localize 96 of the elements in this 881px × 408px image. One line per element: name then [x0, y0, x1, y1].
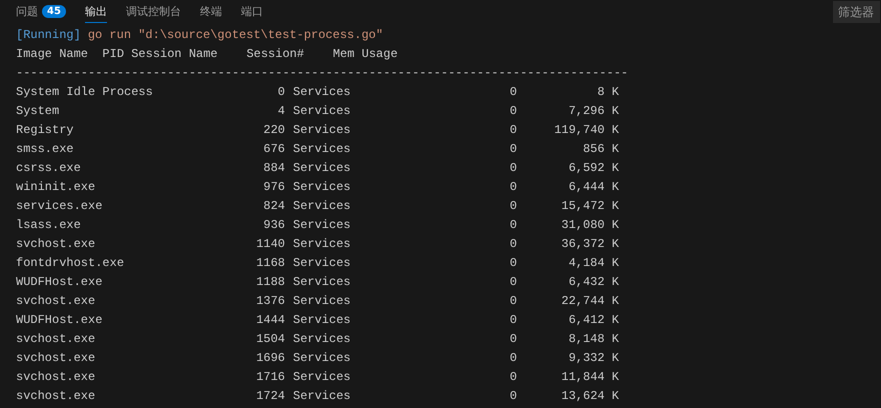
table-cell-text: Services [293, 255, 352, 272]
table-cell-text: 936 [262, 217, 285, 234]
table-cell-text: Services [293, 141, 352, 158]
table-cell-text: 31,080 K [560, 217, 619, 234]
table-cell-text: svchost.exe [16, 331, 96, 348]
table-cell-text: Services [293, 122, 352, 139]
table-cell-text: Services [293, 388, 352, 405]
table-cell-text: 0 [508, 122, 517, 139]
table-cell-text: 856 K [582, 141, 619, 158]
table-cell-text: 15,472 K [560, 198, 619, 215]
table-cell-text: 8 K [596, 84, 619, 101]
table-cell-text: 0 [508, 236, 517, 253]
table-cell-text: 0 [508, 141, 517, 158]
count-badge: 45 [42, 4, 66, 18]
table-cell-text: fontdrvhost.exe [16, 255, 126, 272]
table-cell-text: Services [293, 236, 352, 253]
table-cell-text: 0 [508, 350, 517, 367]
table-cell-text: 1444 [255, 312, 285, 329]
filter-field[interactable]: 筛选器 [833, 1, 880, 23]
table-cell-text: 0 [508, 179, 517, 196]
table-cell-text: svchost.exe [16, 293, 96, 310]
table-cell-text: 676 [262, 141, 285, 158]
table-cell-text: svchost.exe [16, 350, 96, 367]
table-cell-text: Services [293, 331, 352, 348]
panel-tab[interactable]: 端口 [240, 0, 263, 23]
table-cell-text: Services [293, 293, 352, 310]
table-cell-text: svchost.exe [16, 369, 96, 386]
table-cell-text: 0 [508, 293, 517, 310]
table-cell-text: 6,432 K [568, 274, 619, 291]
panel-tab[interactable]: 输出 [84, 0, 107, 23]
table-cell-text: WUDFHost.exe [16, 274, 104, 291]
table-cell-text: 6,592 K [568, 160, 619, 177]
table-cell-text: Services [293, 103, 352, 120]
table-cell-text: 0 [276, 84, 285, 101]
table-cell-text: 1696 [255, 350, 285, 367]
table-cell-text: Services [293, 350, 352, 367]
table-cell-text: 22,744 K [560, 293, 619, 310]
table-cell-text: 1188 [255, 274, 285, 291]
table-cell-text: 0 [508, 312, 517, 329]
table-cell-text: 1724 [255, 388, 285, 405]
table-cell-text: Services [293, 274, 352, 291]
table-cell-text: 11,844 K [560, 369, 619, 386]
table-cell-text: WUDFHost.exe [16, 312, 104, 329]
table-cell-text: Services [293, 84, 352, 101]
panel-tab[interactable]: 调试控制台 [126, 0, 181, 23]
table-cell-text: 1140 [255, 236, 285, 253]
table-cell-text: 0 [508, 160, 517, 177]
table-header: Image Name PID Session Name Session# Mem Usage [16, 46, 398, 63]
table-cell-text: 1376 [255, 293, 285, 310]
table-cell-text: 1168 [255, 255, 285, 272]
table-cell-text: smss.exe [16, 141, 75, 158]
table-cell-text: 0 [508, 331, 517, 348]
table-cell-text: wininit.exe [16, 179, 96, 196]
table-cell-text: services.exe [16, 198, 104, 215]
table-cell-text: svchost.exe [16, 236, 96, 253]
separator-line: ------------------------------------------------------------------------------------- [16, 65, 628, 82]
table-cell-text: Services [293, 369, 352, 386]
table-cell-text: 8,148 K [568, 331, 619, 348]
table-cell-text: 976 [262, 179, 285, 196]
table-cell-text: 0 [508, 369, 517, 386]
table-cell-text: 6,444 K [568, 179, 619, 196]
table-cell-text: 0 [508, 274, 517, 291]
table-cell-text: 884 [262, 160, 285, 177]
table-cell-text: 0 [508, 255, 517, 272]
panel-tab[interactable]: 终端 [200, 0, 222, 23]
panel-tab[interactable]: 问题 45 [16, 0, 66, 23]
table-cell-text: svchost.exe [16, 388, 96, 405]
table-cell-text: 0 [508, 103, 517, 120]
table-cell-text: 0 [508, 217, 517, 234]
table-cell-text: 824 [262, 198, 285, 215]
table-cell-text: Registry [16, 122, 75, 139]
table-cell-text: lsass.exe [16, 217, 82, 234]
table-cell-text: Services [293, 198, 352, 215]
table-cell-text: csrss.exe [16, 160, 82, 177]
table-cell-text: 0 [508, 84, 517, 101]
table-cell-text: Services [293, 179, 352, 196]
table-cell-text: 13,624 K [560, 388, 619, 405]
table-cell-text: 7,296 K [568, 103, 619, 120]
run-command: go run "d:\source\gotest\test-process.go" [88, 27, 384, 44]
table-cell-text: 119,740 K [553, 122, 619, 139]
table-cell-text: 0 [508, 388, 517, 405]
table-cell-text: 9,332 K [568, 350, 619, 367]
table-cell-text: 6,412 K [568, 312, 619, 329]
run-status: [Running] [16, 27, 81, 44]
table-cell-text: System [16, 103, 60, 120]
table-cell-text: System Idle Process [16, 84, 154, 101]
table-cell-text: 4,184 K [568, 255, 619, 272]
table-cell-text: 1504 [255, 331, 285, 348]
table-cell-text: 1716 [255, 369, 285, 386]
table-cell-text: 36,372 K [560, 236, 619, 253]
table-cell-text: 220 [262, 122, 285, 139]
table-cell-text: Services [293, 160, 352, 177]
table-cell-text: 4 [276, 103, 285, 120]
table-cell-text: Services [293, 312, 352, 329]
table-cell-text: Services [293, 217, 352, 234]
table-cell-text: 0 [508, 198, 517, 215]
